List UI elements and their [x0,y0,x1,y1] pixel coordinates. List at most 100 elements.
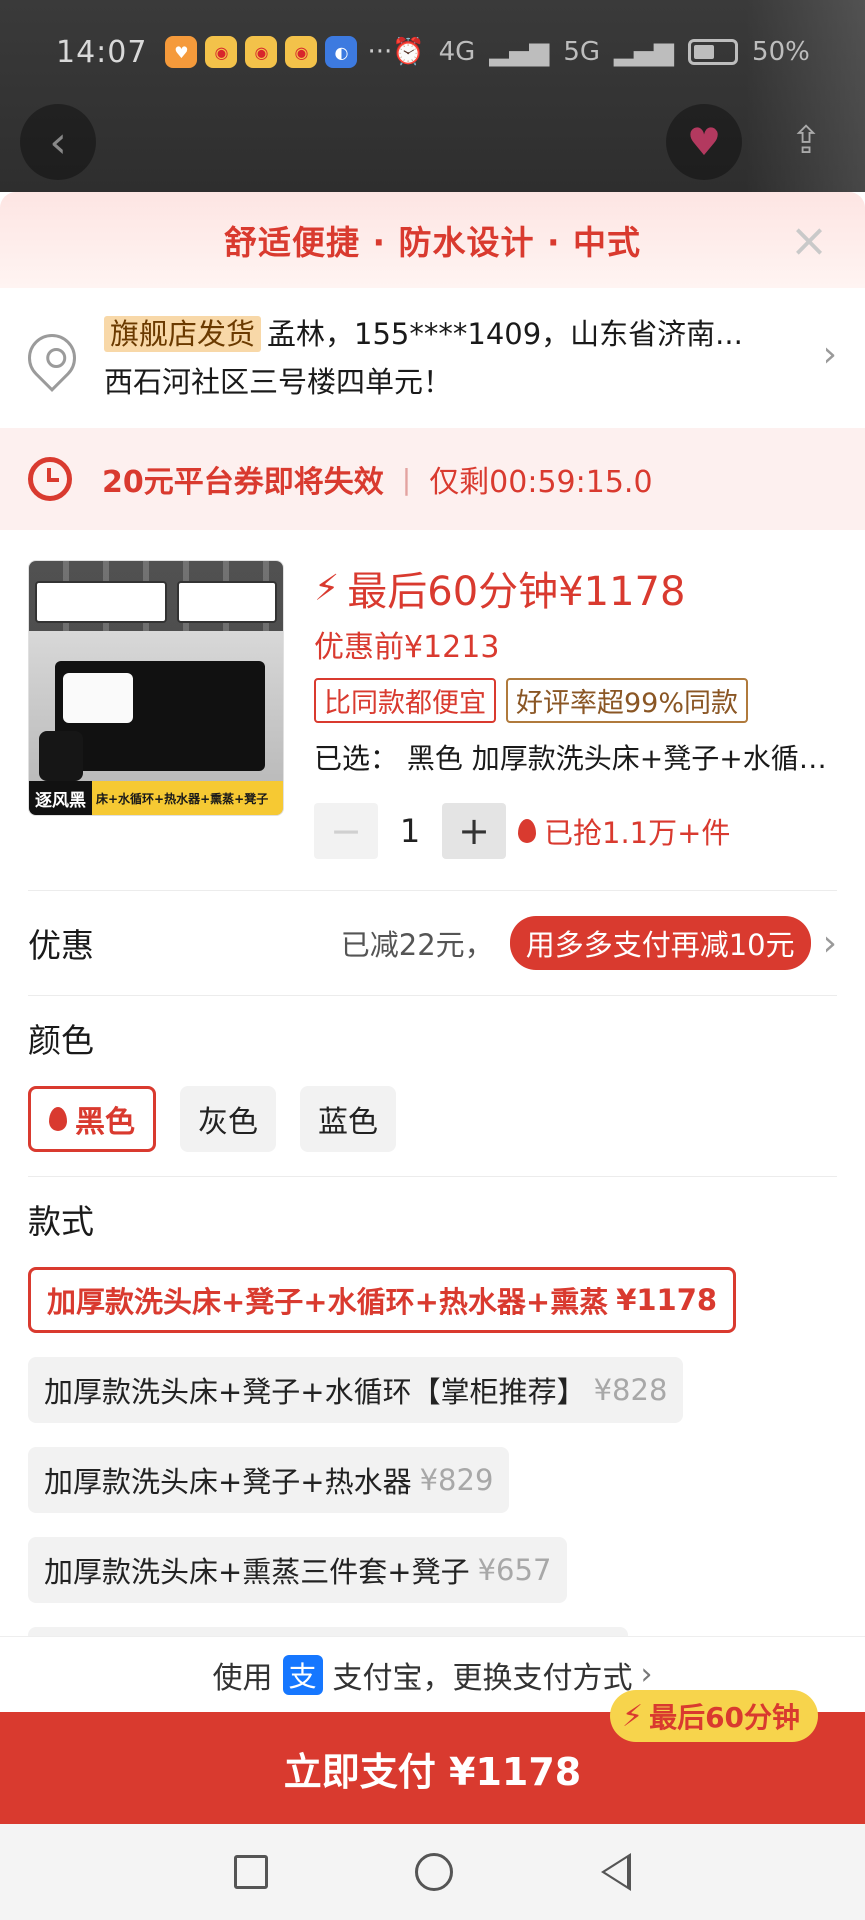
style-option-name: 加厚款洗头床+凳子+水循环+热水器+熏蒸 [47,1285,609,1319]
coupon-timer: 仅剩00:59:15.0 [429,465,653,500]
browser-icon: ◐ [325,36,358,68]
status-app-icons: ♥ ◉ ◉ ◉ ◐ [165,36,358,68]
close-icon[interactable]: × [783,213,835,267]
battery-level: 50% [752,37,810,67]
promo-detail: 已减22元， 用多多支付再减10元 › [341,916,837,970]
chevron-right-icon: › [640,1657,653,1692]
flame-icon [49,1107,67,1131]
color-label: 颜色 [28,1021,94,1060]
favorite-button[interactable]: ♥ [666,104,742,180]
sheet-title: 舒适便捷 · 防水设计 · 中式 [223,223,642,262]
status-indicators: ⏰ 4G ▂▄▆ 5G ▂▄▆ 50% [392,37,810,67]
style-option-name: 加厚款洗头床+凳子+热水器 [44,1465,412,1499]
flagship-badge: 旗舰店发货 [104,316,262,352]
coupon-separator: | [401,462,412,496]
style-option-price: ¥1178 [616,1283,718,1317]
style-option[interactable]: 加厚款洗头床+凳子+水循环+热水器+熏蒸 ¥1178 [28,1267,737,1333]
color-option-black[interactable]: 黑色 [28,1086,156,1152]
style-option[interactable]: 加厚款洗头床+凳子+热水器 ¥829 [28,1447,510,1513]
image-basin [63,673,133,723]
network-4g: 4G [438,37,476,67]
address-contact: 孟林，155****1409，山东省济南... [267,317,743,351]
pay-now-label: 立即支付 ¥1178 [283,1749,582,1794]
weibo-icon-2: ◉ [245,36,278,68]
product-image[interactable]: 逐风黑 床+水循环+热水器+熏蒸+凳子 [28,560,284,816]
selected-variant: 已选： 黑色 加厚款洗头床+凳子+水循环+热水器+熏蒸 [314,742,834,775]
decrease-button[interactable]: − [314,803,378,859]
chevron-right-icon: › [822,334,837,375]
countdown-badge: ⚡ 最后60分钟 [610,1690,819,1742]
back-button[interactable]: ‹ [20,104,96,180]
app-notify-icon: ♥ [165,36,198,68]
color-option-label: 黑色 [75,1105,135,1140]
color-options: 黑色 灰色 蓝色 [0,1062,865,1176]
countdown-badge-text: 最后60分钟 [649,1701,801,1734]
signal-icon-2: ▂▄▆ [614,37,675,67]
promo-row[interactable]: 优惠 已减22元， 用多多支付再减10元 › [0,891,865,995]
style-option-price: ¥829 [419,1463,494,1497]
color-option-gray[interactable]: 灰色 [180,1086,276,1152]
image-stool [39,731,83,781]
style-option-price: ¥828 [593,1373,668,1407]
price-row: ⚡ 最后60分钟¥1178 [314,560,837,616]
alarm-clock-icon [28,457,72,501]
quantity-value[interactable]: 1 [378,812,442,850]
image-inset-1 [35,581,167,623]
back-triangle-icon[interactable] [601,1853,632,1891]
style-option[interactable]: 加厚款洗头床+凳子+水循环【掌柜推荐】 ¥828 [28,1357,684,1423]
product-summary: 逐风黑 床+水循环+热水器+熏蒸+凳子 ⚡ 最后60分钟¥1178 优惠前¥12… [0,530,865,890]
product-tags: 比同款都便宜 好评率超99%同款 [314,678,837,723]
sold-count-text: 已抢1.1万+件 [544,816,731,850]
quantity-stepper: − 1 + 已抢1.1万+件 [314,803,837,859]
style-label: 款式 [28,1202,94,1241]
payment-method-text: 支付宝，更换支付方式 [332,1660,633,1696]
system-nav-bar [0,1824,865,1920]
chevron-left-icon: ‹ [49,116,67,168]
color-option-blue[interactable]: 蓝色 [300,1086,396,1152]
address-line1: 旗舰店发货 孟林，155****1409，山东省济南... [104,310,804,358]
weibo-icon-3: ◉ [285,36,318,68]
status-bar: 14:07 ♥ ◉ ◉ ◉ ◐ ··· ⏰ 4G ▂▄▆ 5G ▂▄▆ 50% [0,0,865,104]
product-info: ⚡ 最后60分钟¥1178 优惠前¥1213 比同款都便宜 好评率超99%同款 … [314,560,837,890]
weibo-icon: ◉ [205,36,238,68]
coupon-bar[interactable]: 20元平台券即将失效 | 仅剩00:59:15.0 [0,428,865,530]
heart-icon: ♥ [686,120,722,164]
sold-count: 已抢1.1万+件 [518,810,730,852]
lightning-icon: ⚡ [314,567,340,609]
alipay-icon: 支 [282,1654,323,1695]
promo-reduced: 已减22元， [340,928,494,962]
signal-icon: ▂▄▆ [489,37,550,67]
purchase-sheet: 舒适便捷 · 防水设计 · 中式 × 旗舰店发货 孟林，155****1409，山… [0,192,865,1824]
payment-prefix: 使用 [212,1660,273,1696]
share-button[interactable]: ⇪ [776,110,836,170]
style-option-price: ¥657 [477,1553,552,1587]
home-icon[interactable] [415,1853,454,1891]
share-icon: ⇪ [790,118,822,162]
style-option-name: 加厚款洗头床+熏蒸三件套+凳子 [44,1555,470,1589]
status-time: 14:07 [56,34,148,70]
recent-apps-icon[interactable] [233,1855,268,1889]
address-row[interactable]: 旗舰店发货 孟林，155****1409，山东省济南... 西石河社区三号楼四单元… [0,288,865,428]
style-option-name: 加厚款洗头床+凳子+水循环【掌柜推荐】 [44,1375,586,1409]
lightning-icon: ⚡ [622,1698,644,1734]
status-more: ··· [367,37,393,67]
promo-label: 优惠 [28,926,94,965]
image-caption-left: 逐风黑 [29,781,92,815]
promo-pill[interactable]: 用多多支付再减10元 [509,916,811,970]
chevron-right-icon: › [822,922,837,964]
increase-button[interactable]: + [442,803,506,859]
coupon-text: 20元平台券即将失效 [102,465,384,500]
tag-rating: 好评率超99%同款 [506,678,749,723]
alarm-icon: ⏰ [392,37,425,67]
flame-icon [518,819,536,843]
original-price: 优惠前¥1213 [314,630,500,665]
image-caption: 逐风黑 床+水循环+热水器+熏蒸+凳子 [29,781,283,815]
location-pin-icon [18,324,86,392]
network-5g: 5G [563,37,601,67]
style-option[interactable]: 加厚款洗头床+熏蒸三件套+凳子 ¥657 [28,1537,568,1603]
image-caption-right: 床+水循环+热水器+熏蒸+凳子 [92,781,283,815]
tag-cheapest: 比同款都便宜 [314,678,496,723]
image-inset-2 [177,581,277,623]
battery-icon [688,39,739,65]
address-text: 旗舰店发货 孟林，155****1409，山东省济南... 西石河社区三号楼四单元… [104,310,837,406]
